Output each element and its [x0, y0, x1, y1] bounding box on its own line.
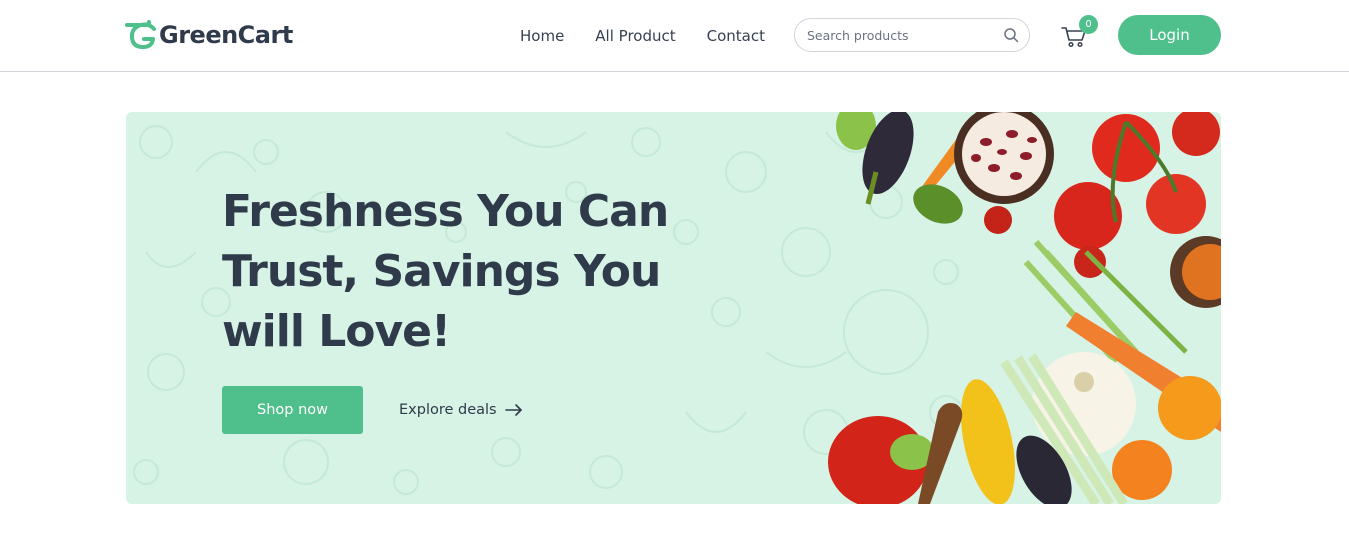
navbar: GreenCart Home All Product Contact 0 Log…	[0, 0, 1349, 72]
cart-count-badge: 0	[1079, 15, 1098, 34]
search-input[interactable]	[807, 27, 1003, 43]
hero-banner: Freshness You Can Trust, Savings You wil…	[126, 112, 1221, 504]
shop-now-button[interactable]: Shop now	[222, 386, 363, 434]
brand-logo[interactable]: GreenCart	[125, 19, 293, 51]
nav-link-contact[interactable]: Contact	[707, 24, 765, 48]
hero-title: Freshness You Can Trust, Savings You wil…	[222, 186, 669, 357]
logo-mark-icon	[125, 20, 156, 49]
brand-name: GreenCart	[159, 21, 293, 49]
nav-links: Home All Product Contact	[520, 24, 765, 48]
vegetables-image	[828, 112, 1221, 504]
nav-link-home[interactable]: Home	[520, 24, 564, 48]
explore-deals-link[interactable]: Explore deals	[399, 398, 523, 422]
explore-deals-label: Explore deals	[399, 402, 497, 418]
nav-link-all-product[interactable]: All Product	[595, 24, 675, 48]
arrow-right-icon	[504, 404, 522, 416]
search-icon[interactable]	[1003, 27, 1019, 43]
search-bar	[794, 18, 1030, 52]
login-button[interactable]: Login	[1118, 15, 1221, 55]
